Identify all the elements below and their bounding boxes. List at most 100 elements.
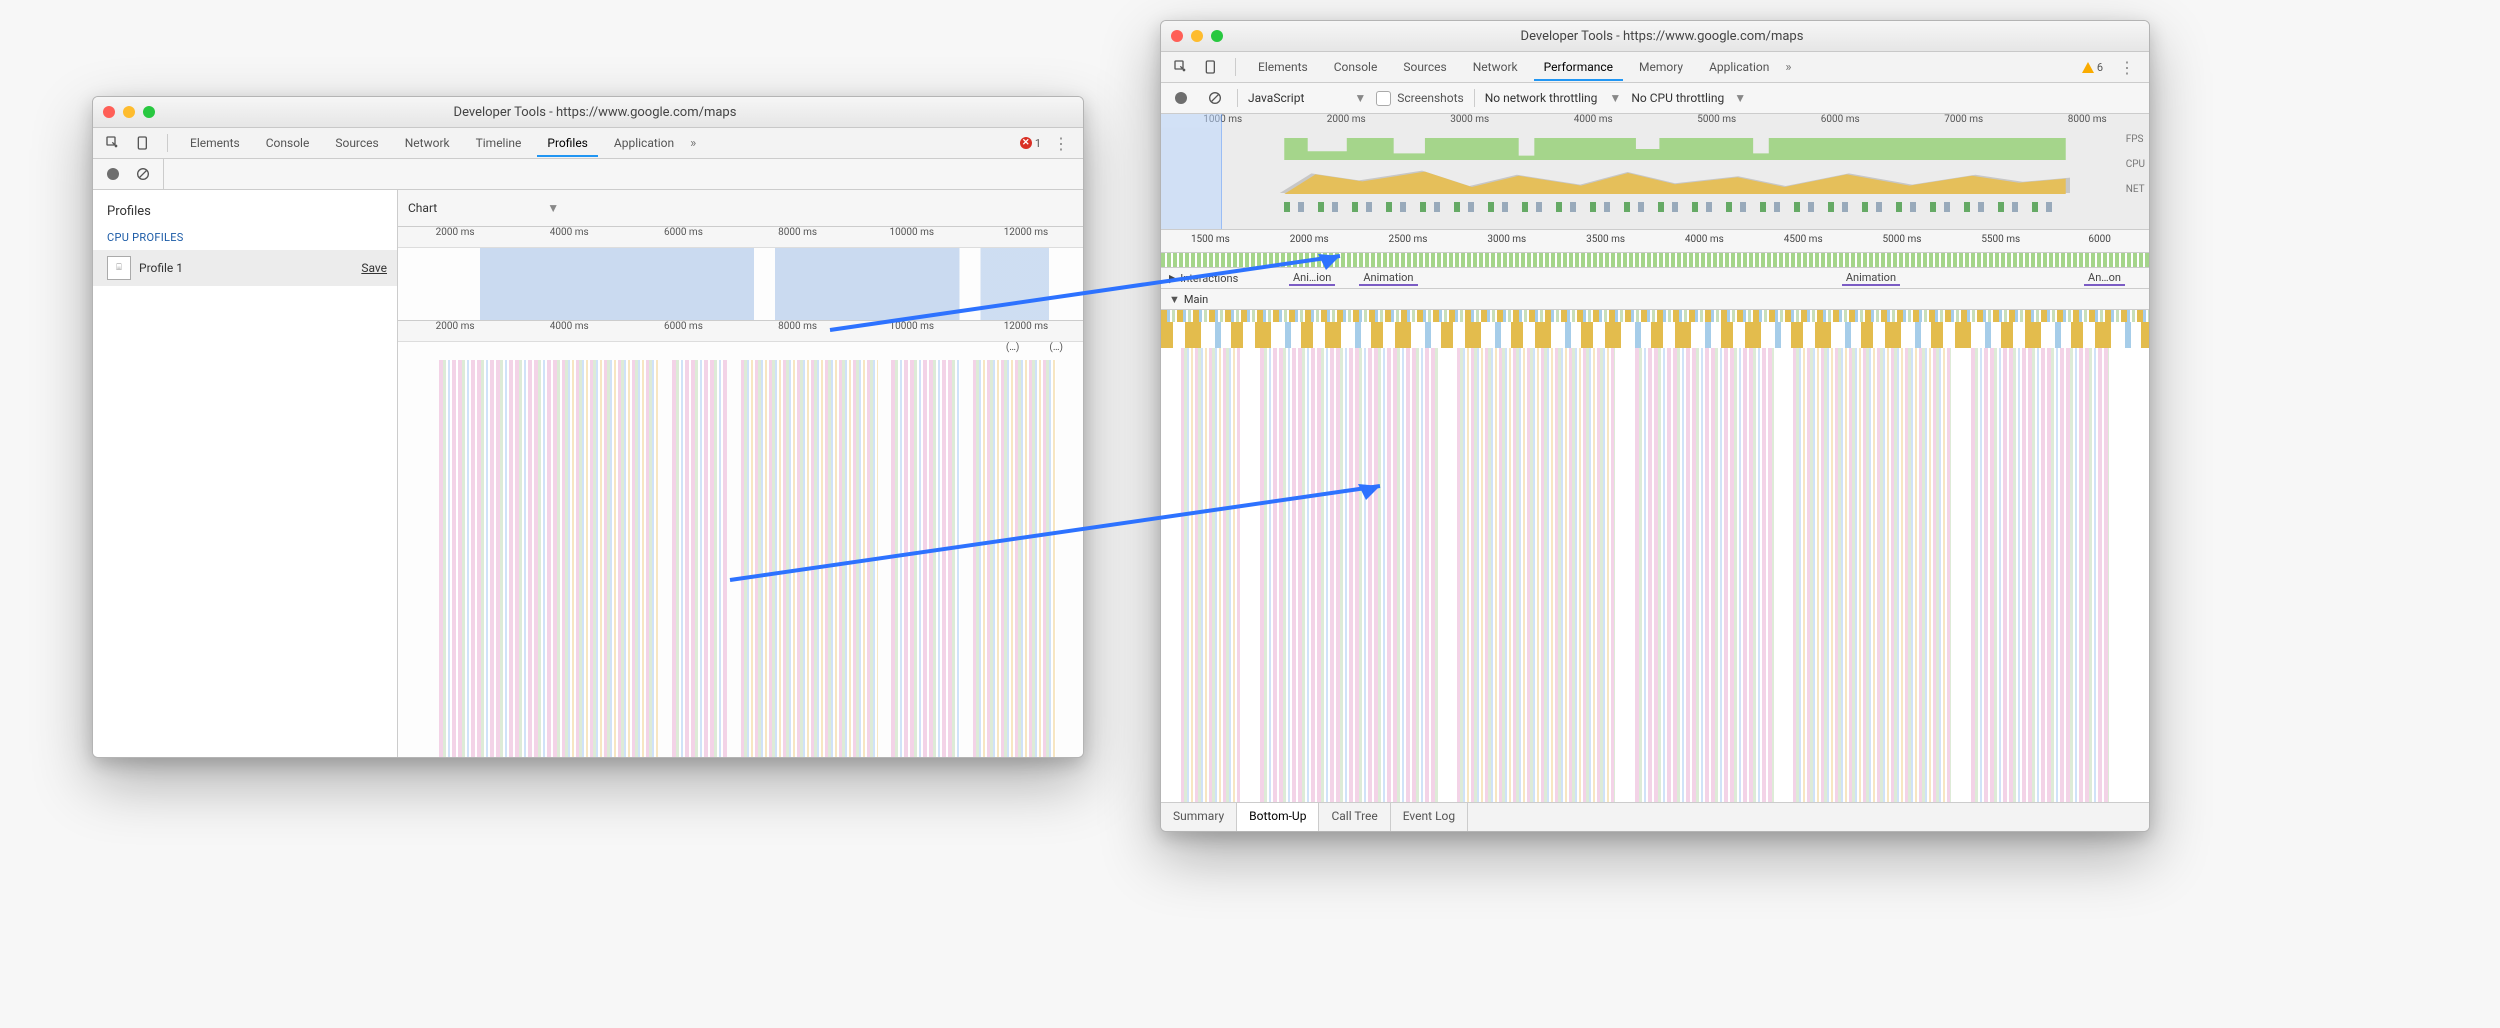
bottom-panel-tabs: Summary Bottom-Up Call Tree Event Log xyxy=(1161,802,2149,831)
interaction-item[interactable]: An…on xyxy=(2084,271,2125,286)
tab-sources[interactable]: Sources xyxy=(325,129,388,157)
cpu-overview[interactable] xyxy=(398,248,1083,321)
ruler-tick: 6000 ms xyxy=(1779,114,1903,132)
ruler-tick: 2500 ms xyxy=(1359,230,1458,252)
tab-console[interactable]: Console xyxy=(1324,53,1388,81)
tab-application[interactable]: Application xyxy=(604,129,684,157)
ruler-tick: 8000 ms xyxy=(2026,114,2150,132)
overview-ruler: 2000 ms 4000 ms 6000 ms 8000 ms 10000 ms… xyxy=(398,227,1083,248)
ruler-tick: 4000 ms xyxy=(512,321,626,341)
record-button[interactable] xyxy=(1169,86,1193,110)
tab-network[interactable]: Network xyxy=(395,129,460,157)
tab-console[interactable]: Console xyxy=(256,129,320,157)
profiles-main: Chart ▼ 2000 ms 4000 ms 6000 ms 8000 ms … xyxy=(398,190,1083,757)
tab-summary[interactable]: Summary xyxy=(1161,803,1237,831)
tab-strip-left: Elements Console Sources Network Timelin… xyxy=(93,128,1083,159)
interaction-item[interactable]: Animation xyxy=(1842,271,1900,286)
tab-calltree[interactable]: Call Tree xyxy=(1319,803,1390,831)
interaction-item[interactable]: Animation xyxy=(1359,271,1417,286)
view-dropdown[interactable]: Chart ▼ xyxy=(398,190,1083,227)
device-toggle-icon[interactable] xyxy=(1199,55,1223,79)
tab-timeline[interactable]: Timeline xyxy=(466,129,532,157)
cpu-label: CPU xyxy=(2126,159,2145,170)
ruler-tick: 2000 ms xyxy=(398,227,512,247)
tab-network[interactable]: Network xyxy=(1463,53,1528,81)
view-dropdown-label: Chart xyxy=(408,201,437,215)
chevron-down-icon: ▼ xyxy=(1609,91,1621,105)
detail-ruler: 1500 ms 2000 ms 2500 ms 3000 ms 3500 ms … xyxy=(1161,230,2149,253)
ruler-tick: 3000 ms xyxy=(1408,114,1532,132)
ruler-tick: 1500 ms xyxy=(1161,230,1260,252)
close-icon[interactable] xyxy=(103,106,115,118)
titlebar-right[interactable]: Developer Tools - https://www.google.com… xyxy=(1161,21,2149,52)
flame-chart[interactable]: (…) (…) xyxy=(398,342,1083,757)
record-button[interactable] xyxy=(101,162,125,186)
tab-overflow[interactable]: » xyxy=(690,136,696,151)
overview-track-labels: FPS CPU NET xyxy=(2126,134,2145,195)
separator xyxy=(167,134,168,152)
devtools-window-profiles: Developer Tools - https://www.google.com… xyxy=(92,96,1084,758)
chevron-down-icon: ▼ xyxy=(1354,91,1366,105)
ruler-tick: 8000 ms xyxy=(741,321,855,341)
kebab-icon[interactable]: ⋮ xyxy=(2113,58,2141,77)
error-icon: ✕ xyxy=(1020,137,1032,149)
tab-overflow[interactable]: » xyxy=(1785,60,1791,75)
net-track xyxy=(1284,202,2065,212)
cpu-throttle-dropdown[interactable]: No CPU throttling ▼ xyxy=(1631,91,1746,105)
error-badge[interactable]: ✕ 1 xyxy=(1020,137,1041,150)
close-icon[interactable] xyxy=(1171,30,1183,42)
main-flame-chart[interactable] xyxy=(1161,310,2149,802)
cpu-track xyxy=(1284,166,2065,194)
interactions-header: Interactions xyxy=(1180,272,1238,285)
warning-count: 6 xyxy=(2097,61,2103,74)
ruler-tick: 2000 ms xyxy=(1285,114,1409,132)
tab-performance[interactable]: Performance xyxy=(1534,53,1623,81)
tab-bottomup[interactable]: Bottom-Up xyxy=(1237,802,1319,831)
sidebar-title: Profiles xyxy=(107,204,397,219)
capture-dropdown[interactable]: JavaScript ▼ xyxy=(1248,91,1366,105)
ruler-tick: 4000 ms xyxy=(512,227,626,247)
flame-group: (…) xyxy=(1049,342,1063,360)
tab-memory[interactable]: Memory xyxy=(1629,53,1693,81)
devtools-window-performance: Developer Tools - https://www.google.com… xyxy=(1160,20,2150,832)
checkbox-icon xyxy=(1376,91,1391,106)
profile-save-link[interactable]: Save xyxy=(361,261,387,275)
separator xyxy=(1237,89,1238,107)
chevron-down-icon: ▼ xyxy=(1734,91,1746,105)
profile-row[interactable]: ⌸ Profile 1 Save xyxy=(93,250,397,286)
warning-badge[interactable]: 6 xyxy=(2082,61,2103,74)
tab-application[interactable]: Application xyxy=(1699,53,1779,81)
tab-eventlog[interactable]: Event Log xyxy=(1391,803,1468,831)
clear-button[interactable] xyxy=(131,162,155,186)
tab-strip-right: Elements Console Sources Network Perform… xyxy=(1161,52,2149,83)
fps-label: FPS xyxy=(2126,134,2145,145)
clear-button[interactable] xyxy=(1203,86,1227,110)
screenshots-checkbox[interactable]: Screenshots xyxy=(1376,91,1463,106)
kebab-icon[interactable]: ⋮ xyxy=(1047,134,1075,153)
chevron-down-icon: ▼ xyxy=(1169,293,1180,306)
tab-elements[interactable]: Elements xyxy=(1248,53,1318,81)
ruler-tick: 12000 ms xyxy=(969,227,1083,247)
main-thread-header[interactable]: ▼ Main xyxy=(1161,289,2149,310)
ruler-tick: 8000 ms xyxy=(741,227,855,247)
overview-selection[interactable] xyxy=(1161,114,1222,229)
ruler-tick: 4500 ms xyxy=(1754,230,1853,252)
performance-overview[interactable]: 1000 ms 2000 ms 3000 ms 4000 ms 5000 ms … xyxy=(1161,114,2149,230)
inspect-element-icon[interactable] xyxy=(101,131,125,155)
performance-controls: JavaScript ▼ Screenshots No network thro… xyxy=(1161,83,2149,114)
ruler-tick: 6000 xyxy=(2050,230,2149,252)
frames-strip[interactable] xyxy=(1161,253,2149,268)
tab-profiles[interactable]: Profiles xyxy=(537,129,598,157)
checkbox-label: Screenshots xyxy=(1397,91,1463,105)
inspect-element-icon[interactable] xyxy=(1169,55,1193,79)
window-title: Developer Tools - https://www.google.com… xyxy=(1185,29,2139,44)
warning-icon xyxy=(2082,62,2094,73)
interactions-row[interactable]: ▶ Interactions Ani…ion Animation Animati… xyxy=(1161,268,2149,289)
interaction-item[interactable]: Ani…ion xyxy=(1289,271,1335,286)
profile-name: Profile 1 xyxy=(139,261,183,275)
titlebar-left[interactable]: Developer Tools - https://www.google.com… xyxy=(93,97,1083,128)
device-toggle-icon[interactable] xyxy=(131,131,155,155)
network-throttle-dropdown[interactable]: No network throttling ▼ xyxy=(1485,91,1622,105)
tab-elements[interactable]: Elements xyxy=(180,129,250,157)
tab-sources[interactable]: Sources xyxy=(1393,53,1456,81)
